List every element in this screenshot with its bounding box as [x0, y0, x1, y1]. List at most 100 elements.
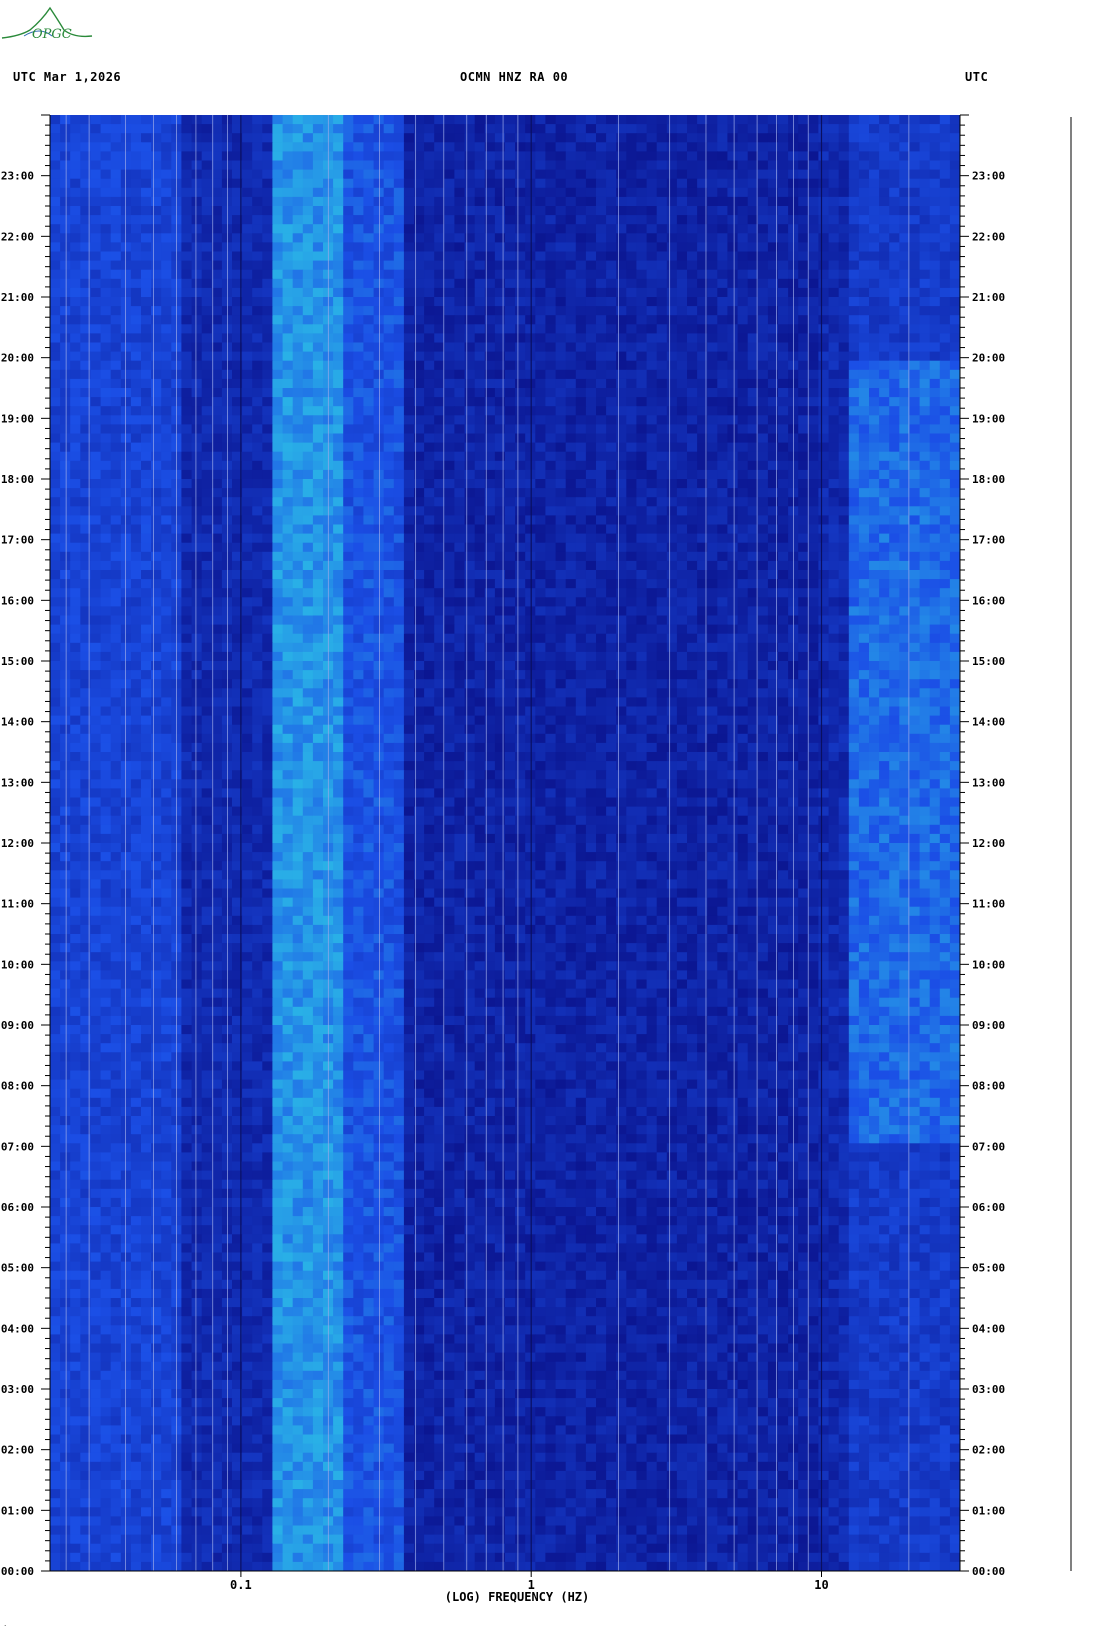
spectrogram-cell [292, 579, 304, 589]
spectrogram-cell [393, 306, 405, 316]
spectrogram-cell [211, 424, 223, 435]
spectrogram-cell [282, 124, 294, 134]
spectrogram-cell [454, 570, 466, 580]
spectrogram-cell [312, 151, 324, 162]
spectrogram-cell [424, 469, 435, 480]
spectrogram-cell [676, 497, 688, 507]
spectrogram-cell [778, 451, 789, 462]
spectrogram-cell [444, 369, 455, 380]
spectrogram-cell [737, 415, 749, 425]
spectrogram-cell [201, 287, 213, 298]
spectrogram-cell [161, 360, 172, 371]
spectrogram-cell [505, 160, 516, 171]
spectrogram-cell [575, 115, 587, 125]
spectrogram-cell [596, 142, 607, 152]
spectrogram-cell [373, 506, 385, 516]
spectrogram-cell [858, 442, 870, 453]
spectrogram-cell [565, 315, 577, 325]
spectrogram-cell [494, 206, 506, 216]
spectrogram-cell [373, 115, 385, 125]
spectrogram-cell [929, 369, 941, 380]
spectrogram-cell [535, 579, 546, 589]
spectrogram-cell [282, 451, 294, 462]
spectrogram-cell [454, 488, 466, 498]
spectrogram-cell [838, 424, 850, 435]
spectrogram-cell [312, 160, 324, 171]
spectrogram-cell [838, 251, 850, 262]
spectrogram-cell [424, 187, 435, 198]
spectrogram-cell [939, 515, 951, 526]
spectrogram-cell [535, 306, 546, 316]
spectrogram-cell [312, 615, 324, 626]
spectrogram-cell [383, 169, 395, 180]
spectrogram-cell [939, 469, 951, 480]
spectrogram-cell [262, 388, 273, 398]
spectrogram-cell [424, 242, 435, 253]
spectrogram-cell [505, 442, 516, 453]
spectrogram-cell [899, 442, 910, 453]
spectrogram-cell [383, 297, 395, 307]
spectrogram-cell [707, 306, 718, 316]
spectrogram-cell [242, 351, 253, 362]
spectrogram-cell [626, 151, 637, 162]
spectrogram-cell [717, 424, 728, 435]
spectrogram-cell [383, 442, 395, 453]
spectrogram-cell [474, 306, 486, 316]
spectrogram-cell [596, 551, 607, 562]
spectrogram-cell [292, 606, 304, 617]
spectrogram-cell [727, 224, 739, 234]
spectrogram-cell [798, 533, 809, 544]
spectrogram-cell [555, 160, 567, 171]
spectrogram-cell [242, 388, 253, 398]
spectrogram-cell [120, 142, 132, 152]
spectrogram-cell [444, 469, 455, 480]
spectrogram-cell [808, 506, 819, 516]
spectrogram-cell [50, 224, 61, 234]
spectrogram-cell [141, 315, 152, 325]
spectrogram-cell [454, 506, 466, 516]
spectrogram-cell [434, 560, 445, 571]
spectrogram-cell [626, 515, 637, 526]
spectrogram-cell [110, 278, 122, 289]
spectrogram-cell [464, 333, 476, 344]
spectrogram-cell [565, 542, 577, 553]
spectrogram-cell [70, 460, 81, 471]
spectrogram-cell [100, 196, 112, 207]
spectrogram-cell [939, 297, 951, 307]
spectrogram-cell [525, 151, 536, 162]
spectrogram-cell [161, 324, 172, 334]
spectrogram-cell [676, 215, 688, 225]
spectrogram-cell [130, 187, 142, 198]
spectrogram-cell [464, 579, 476, 589]
spectrogram-cell [606, 533, 617, 544]
spectrogram-cell [757, 488, 769, 498]
spectrogram-cell [282, 196, 294, 207]
spectrogram-cell [757, 397, 769, 407]
spectrogram-cell [909, 533, 921, 544]
spectrogram-cell [120, 570, 132, 580]
spectrogram-cell [262, 524, 273, 535]
spectrogram-cell [363, 206, 375, 216]
spectrogram-cell [50, 278, 61, 289]
spectrogram-cell [676, 333, 688, 344]
spectrogram-cell [899, 269, 910, 280]
spectrogram-cell [312, 497, 324, 507]
spectrogram-cell [474, 469, 486, 480]
spectrogram-cell [262, 233, 273, 243]
spectrogram-cell [90, 424, 102, 435]
spectrogram-cell [444, 406, 455, 416]
spectrogram-cell [454, 124, 466, 134]
spectrogram-cell [555, 360, 567, 371]
spectrogram-cell [211, 124, 223, 134]
spectrogram-cell [353, 233, 364, 243]
spectrogram-cell [373, 333, 385, 344]
spectrogram-cell [929, 151, 941, 162]
spectrogram-cell [130, 133, 142, 143]
spectrogram-cell [707, 506, 718, 516]
spectrogram-cell [545, 178, 557, 189]
spectrogram-cell [626, 406, 637, 416]
spectrogram-cell [252, 233, 263, 243]
spectrogram-cell [737, 515, 749, 526]
spectrogram-cell [525, 260, 536, 271]
spectrogram-cell [434, 324, 445, 334]
